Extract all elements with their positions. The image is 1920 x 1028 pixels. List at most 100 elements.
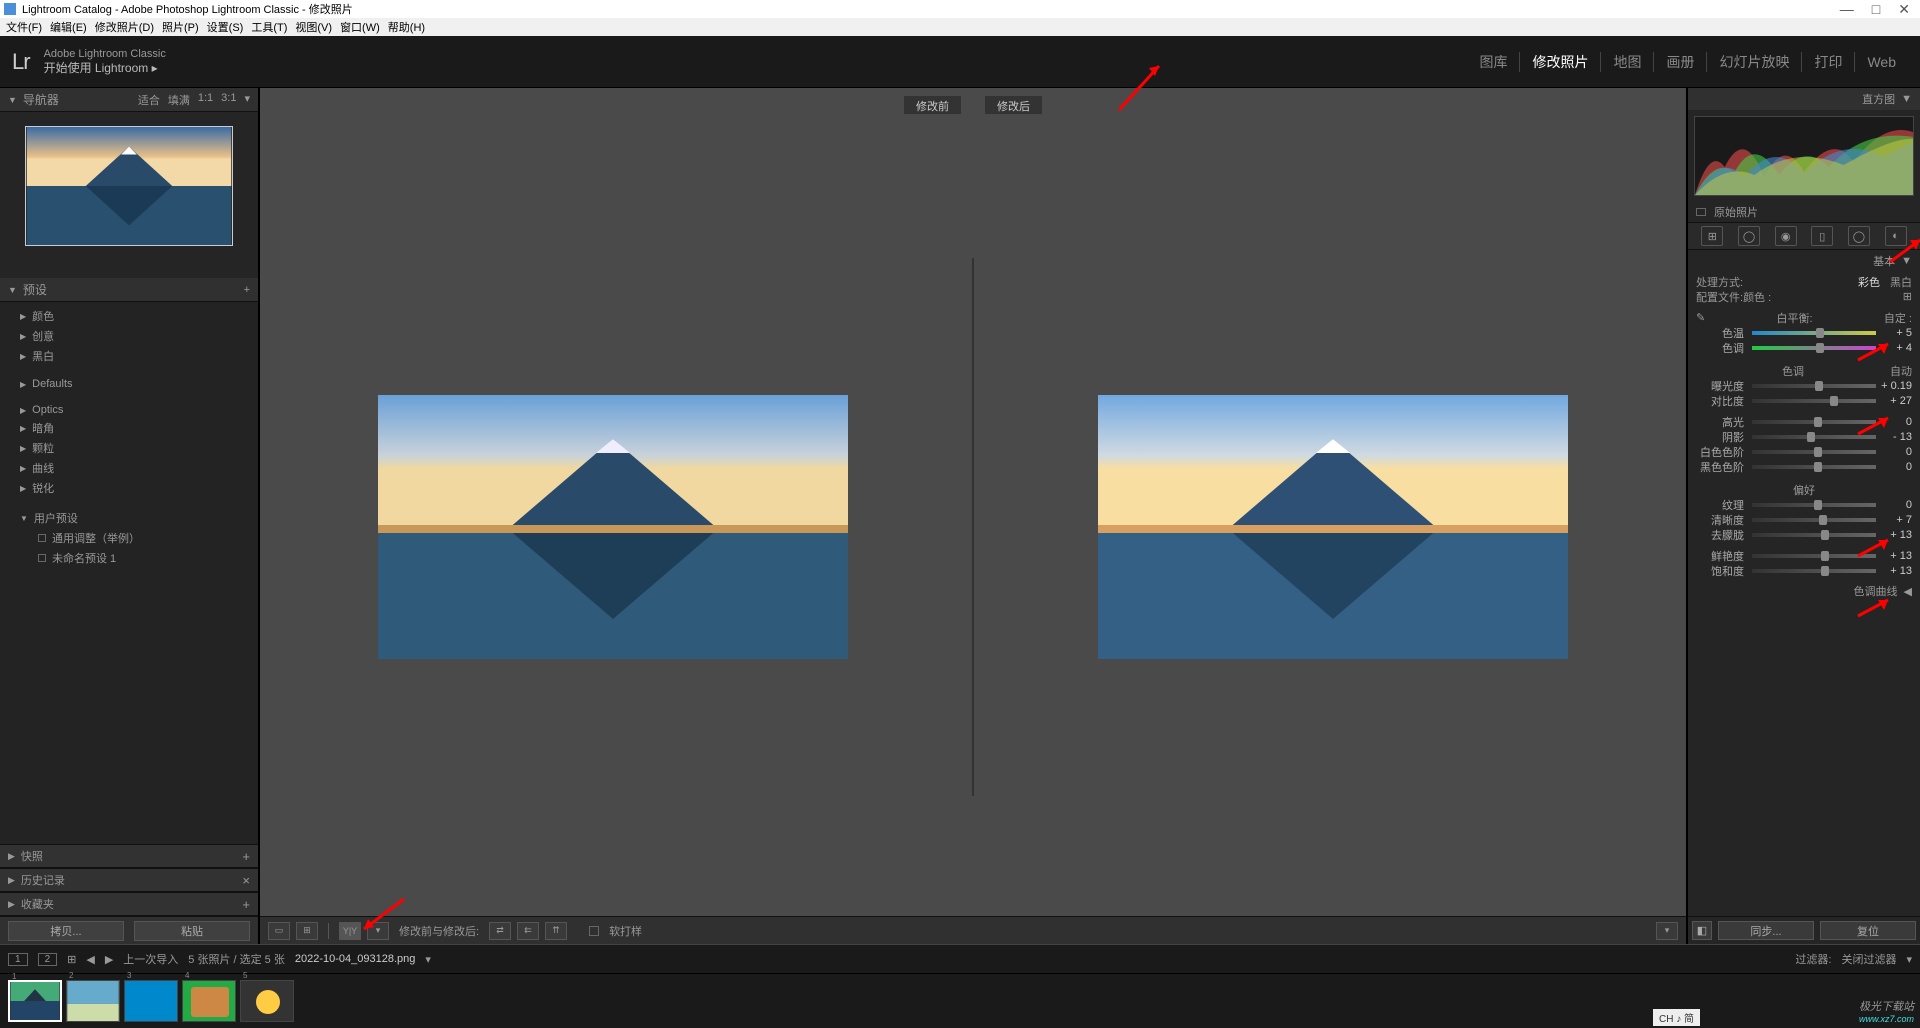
toolbar-chevron[interactable]: ▾ [1656,922,1678,940]
temp-value[interactable]: + 5 [1880,327,1912,339]
histogram-header[interactable]: 直方图▼ [1688,88,1920,110]
ime-indicator[interactable]: CH ♪ 简 [1653,1009,1700,1026]
exposure-slider[interactable] [1752,384,1876,388]
zoom-fit[interactable]: 适合 [138,92,160,108]
filmstrip-dropdown-icon[interactable]: ▾ [425,953,431,966]
clarity-value[interactable]: + 7 [1880,514,1912,526]
module-slideshow[interactable]: 幻灯片放映 [1707,52,1802,72]
zoom-fill[interactable]: 填满 [168,92,190,108]
loupe-view-button[interactable]: ▭ [268,922,290,940]
filter-lock-icon[interactable]: ▾ [1906,953,1912,966]
navigator-preview[interactable] [0,112,258,260]
saturation-slider[interactable] [1752,569,1876,573]
filmstrip[interactable]: 1 2 3 4 5 CH ♪ 简 极光下载站www.xz7.com [0,974,1920,1028]
shadows-value[interactable]: - 13 [1880,431,1912,443]
auto-tone-button[interactable]: 自动 [1890,363,1912,379]
swap-button[interactable]: ⇄ [489,922,511,940]
zoom-3to1[interactable]: 3:1 [221,92,236,108]
filter-value[interactable]: 关闭过滤器 [1841,951,1896,967]
radial-tool-icon[interactable]: ◯ [1848,226,1870,246]
user-preset-2[interactable]: 未命名预设 1 [0,548,258,568]
zoom-chevron-icon[interactable]: ▾ [244,92,250,108]
temp-slider[interactable] [1752,331,1876,335]
wb-value[interactable]: 自定 : [1884,310,1912,326]
saturation-value[interactable]: + 13 [1880,565,1912,577]
add-preset-icon[interactable]: + [244,284,250,296]
snapshots-header[interactable]: ▶快照+ [0,844,258,868]
vibrance-value[interactable]: + 13 [1880,550,1912,562]
module-develop[interactable]: 修改照片 [1520,52,1601,72]
exposure-value[interactable]: + 0.19 [1880,380,1912,392]
menu-settings[interactable]: 设置(S) [205,19,246,35]
menu-develop[interactable]: 修改照片(D) [93,19,156,35]
tint-slider[interactable] [1752,346,1876,350]
before-after-dropdown[interactable]: ▾ [367,922,389,940]
sync-button[interactable]: 同步... [1718,921,1814,940]
maximize-button[interactable]: □ [1872,1,1880,18]
menu-help[interactable]: 帮助(H) [386,19,427,35]
module-map[interactable]: 地图 [1601,52,1654,72]
highlights-value[interactable]: 0 [1880,416,1912,428]
grid-icon[interactable]: ⊞ [67,953,76,966]
redeye-tool-icon[interactable]: ◉ [1775,226,1797,246]
zoom-1to1[interactable]: 1:1 [198,92,213,108]
compare-grid-button[interactable]: ⊞ [296,922,318,940]
tonecurve-header[interactable]: 色调曲线◀ [1688,580,1920,602]
presets-header[interactable]: ▼ 预设 + [0,278,258,302]
vibrance-slider[interactable] [1752,554,1876,558]
texture-slider[interactable] [1752,503,1876,507]
close-button[interactable]: ✕ [1898,1,1910,18]
dehaze-slider[interactable] [1752,533,1876,537]
filmstrip-thumb-4[interactable]: 4 [182,980,236,1022]
filmstrip-thumb-5[interactable]: 5 [240,980,294,1022]
menu-window[interactable]: 窗口(W) [338,19,382,35]
next-photo-icon[interactable]: ▶ [105,953,113,966]
after-image[interactable] [990,258,1676,796]
treatment-color[interactable]: 彩色 [1858,277,1880,289]
original-photo-row[interactable]: 原始照片 [1688,202,1920,222]
user-preset-1[interactable]: 通用调整（举例） [0,528,258,548]
contrast-value[interactable]: + 27 [1880,395,1912,407]
history-header[interactable]: ▶历史记录× [0,868,258,892]
menu-edit[interactable]: 编辑(E) [48,19,89,35]
module-book[interactable]: 画册 [1654,52,1707,72]
whites-slider[interactable] [1752,450,1876,454]
gradient-tool-icon[interactable]: ▯ [1811,226,1833,246]
menu-photo[interactable]: 照片(P) [160,19,201,35]
reset-button[interactable]: 复位 [1820,921,1916,940]
minimize-button[interactable]: — [1840,1,1854,18]
histogram-display[interactable] [1694,116,1914,196]
crop-tool-icon[interactable]: ⊞ [1701,226,1723,246]
menu-view[interactable]: 视图(V) [293,19,334,35]
copy-button[interactable]: 拷贝... [8,921,124,941]
switch-button[interactable]: ◧ [1692,921,1712,940]
module-library[interactable]: 图库 [1467,52,1520,72]
preset-group-defaults[interactable]: ▶Defaults [0,376,258,392]
navigator-header[interactable]: ▼ 导航器 适合 填满 1:1 3:1 ▾ [0,88,258,112]
blacks-slider[interactable] [1752,465,1876,469]
whites-value[interactable]: 0 [1880,446,1912,458]
highlights-slider[interactable] [1752,420,1876,424]
softproof-checkbox[interactable] [589,926,599,936]
preset-group-curves[interactable]: ▶曲线 [0,458,258,478]
prev-photo-icon[interactable]: ◀ [86,953,94,966]
filmstrip-thumb-3[interactable]: 3 [124,980,178,1022]
profile-grid-icon[interactable]: ⊞ [1903,290,1912,303]
filmstrip-thumb-2[interactable]: 2 [66,980,120,1022]
profile-value[interactable]: 颜色 : [1743,289,1771,305]
treatment-bw[interactable]: 黑白 [1890,277,1912,289]
paste-button[interactable]: 粘贴 [134,921,250,941]
preset-group-bw[interactable]: ▶黑白 [0,346,258,366]
before-after-lr-button[interactable]: Y|Y [339,922,361,940]
monitor-1-button[interactable]: 1 [8,953,28,966]
eyedropper-icon[interactable]: ✎ [1696,311,1705,324]
menu-tools[interactable]: 工具(T) [249,19,289,35]
preset-group-sharpen[interactable]: ▶锐化 [0,478,258,498]
brand-line[interactable]: 开始使用 Lightroom ▸ [44,61,166,75]
preset-group-creative[interactable]: ▶创意 [0,326,258,346]
filmstrip-source[interactable]: 上一次导入 [123,951,178,967]
clarity-slider[interactable] [1752,518,1876,522]
contrast-slider[interactable] [1752,399,1876,403]
brush-tool-icon[interactable]: ◐ [1885,226,1907,246]
filmstrip-thumb-1[interactable]: 1 [8,980,62,1022]
